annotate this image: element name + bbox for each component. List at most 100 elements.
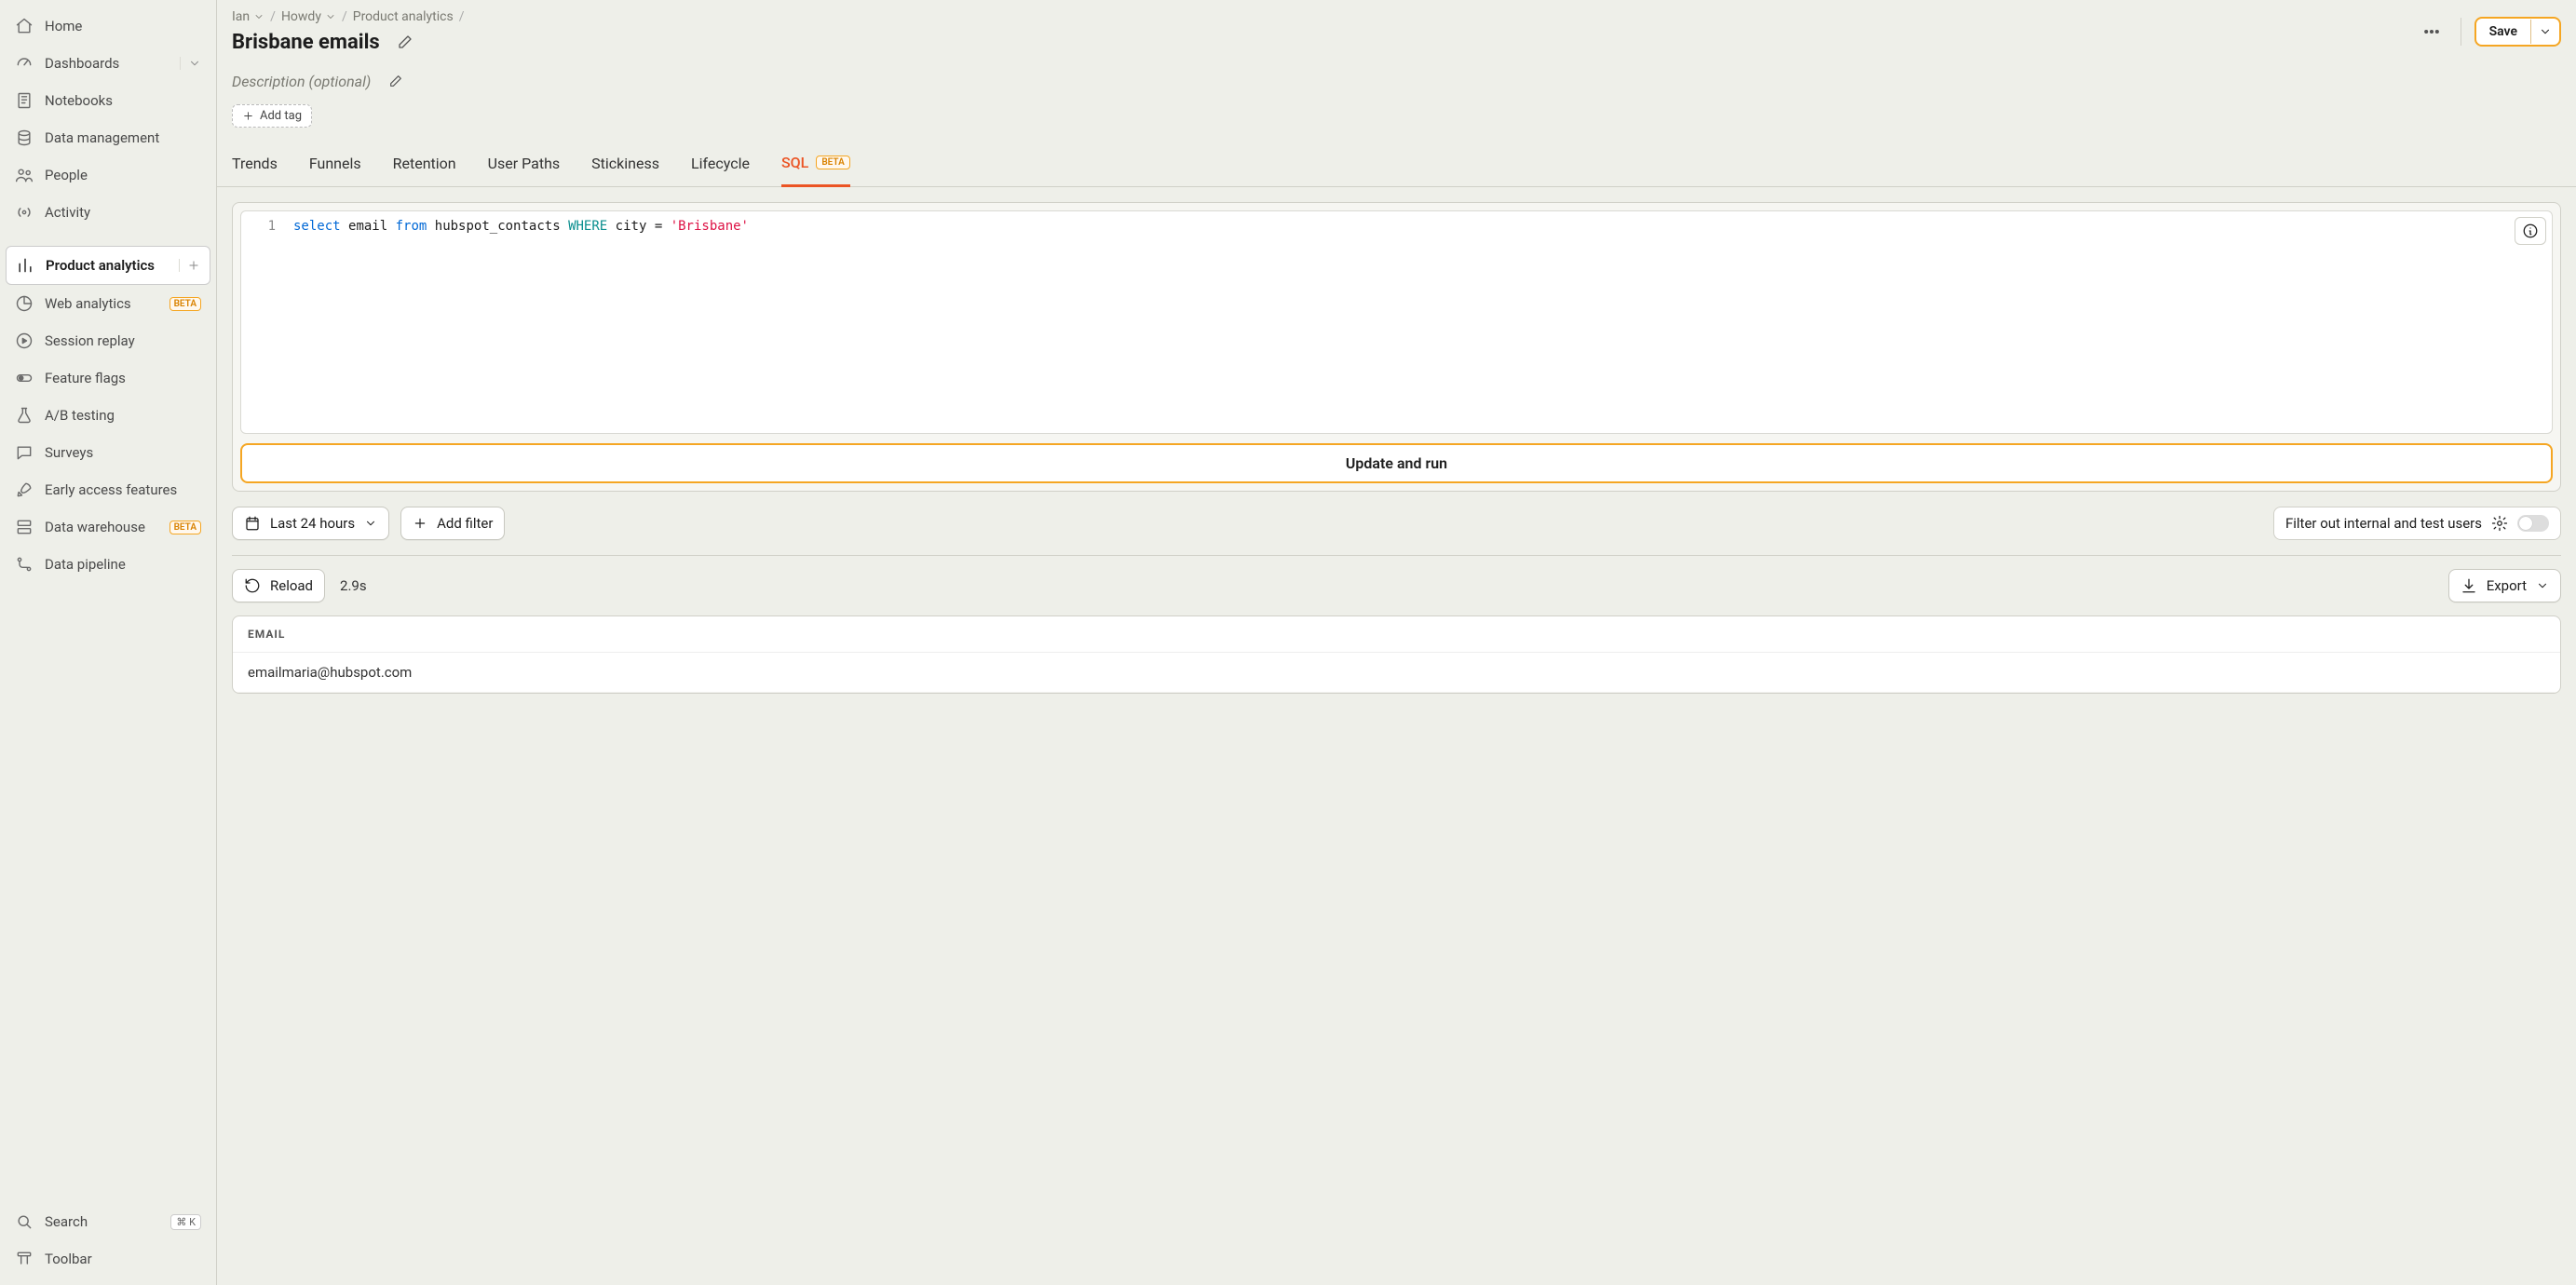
sidebar-item-label: People bbox=[45, 167, 201, 183]
line-gutter: 1 bbox=[241, 211, 286, 433]
gear-icon[interactable] bbox=[2491, 515, 2508, 532]
sidebar-item-label: Home bbox=[45, 18, 201, 34]
table-header[interactable]: EMAIL bbox=[233, 616, 2560, 653]
sidebar-item-label: Toolbar bbox=[45, 1251, 201, 1267]
add-filter-button[interactable]: Add filter bbox=[400, 507, 505, 540]
chevron-down-icon bbox=[364, 517, 377, 530]
bar-chart-icon bbox=[16, 256, 34, 275]
main-content: Ian / Howdy / Product analytics / Brisba… bbox=[217, 0, 2576, 1285]
save-label[interactable]: Save bbox=[2476, 19, 2530, 45]
sidebar-item-surveys[interactable]: Surveys bbox=[6, 434, 210, 471]
tab-retention[interactable]: Retention bbox=[393, 144, 456, 186]
people-icon bbox=[15, 166, 34, 184]
add-filter-label: Add filter bbox=[437, 515, 493, 532]
sidebar-item-label: Feature flags bbox=[45, 370, 201, 386]
save-button[interactable]: Save bbox=[2474, 17, 2561, 47]
sidebar-item-home[interactable]: Home bbox=[6, 7, 210, 45]
breadcrumb: Ian / Howdy / Product analytics / bbox=[232, 9, 2416, 24]
add-tag-button[interactable]: Add tag bbox=[232, 104, 312, 128]
sidebar-item-product-analytics[interactable]: Product analytics bbox=[6, 246, 210, 285]
plus-icon bbox=[242, 110, 254, 122]
export-button[interactable]: Export bbox=[2448, 569, 2561, 602]
sidebar-item-ab-testing[interactable]: A/B testing bbox=[6, 397, 210, 434]
update-and-run-button[interactable]: Update and run bbox=[240, 443, 2553, 483]
breadcrumb-separator: / bbox=[270, 9, 276, 24]
chevron-down-icon bbox=[2539, 25, 2552, 38]
sidebar-item-session-replay[interactable]: Session replay bbox=[6, 322, 210, 359]
sidebar: Home Dashboards Notebooks Data managemen… bbox=[0, 0, 217, 1285]
sql-code[interactable]: select email from hubspot_contacts WHERE… bbox=[286, 211, 2552, 433]
tab-lifecycle[interactable]: Lifecycle bbox=[691, 144, 750, 186]
export-label: Export bbox=[2487, 577, 2527, 594]
tab-trends[interactable]: Trends bbox=[232, 144, 278, 186]
broadcast-icon bbox=[15, 203, 34, 222]
sidebar-item-notebooks[interactable]: Notebooks bbox=[6, 82, 210, 119]
tab-user-paths[interactable]: User Paths bbox=[488, 144, 561, 186]
sidebar-item-data-warehouse[interactable]: Data warehouse BETA bbox=[6, 508, 210, 546]
sidebar-item-data-management[interactable]: Data management bbox=[6, 119, 210, 156]
save-dropdown[interactable] bbox=[2530, 20, 2559, 44]
sidebar-item-label: Early access features bbox=[45, 481, 201, 498]
download-icon bbox=[2461, 577, 2477, 594]
sidebar-item-feature-flags[interactable]: Feature flags bbox=[6, 359, 210, 397]
notebook-icon bbox=[15, 91, 34, 110]
home-icon bbox=[15, 17, 34, 35]
sidebar-item-label: Web analytics bbox=[45, 295, 158, 312]
info-icon[interactable] bbox=[2515, 217, 2546, 245]
chevron-down-icon bbox=[253, 11, 264, 22]
results-table: EMAIL emailmaria@hubspot.com bbox=[232, 615, 2561, 694]
tab-stickiness[interactable]: Stickiness bbox=[591, 144, 659, 186]
search-icon bbox=[15, 1212, 34, 1231]
pipeline-icon bbox=[15, 555, 34, 574]
date-range-picker[interactable]: Last 24 hours bbox=[232, 507, 389, 540]
calendar-icon bbox=[244, 515, 261, 532]
breadcrumb-item[interactable]: Product analytics bbox=[353, 9, 454, 24]
database-icon bbox=[15, 128, 34, 147]
rocket-icon bbox=[15, 480, 34, 499]
chevron-down-icon bbox=[2536, 579, 2549, 592]
table-row[interactable]: emailmaria@hubspot.com bbox=[233, 653, 2560, 693]
toggle-switch[interactable] bbox=[2517, 515, 2549, 532]
tab-funnels[interactable]: Funnels bbox=[309, 144, 361, 186]
reload-icon bbox=[244, 577, 261, 594]
sidebar-item-label: Surveys bbox=[45, 444, 201, 461]
plus-icon[interactable] bbox=[179, 259, 200, 272]
flask-icon bbox=[15, 406, 34, 425]
sidebar-item-label: Session replay bbox=[45, 332, 201, 349]
reload-label: Reload bbox=[270, 577, 313, 594]
reload-button[interactable]: Reload bbox=[232, 569, 325, 602]
beta-badge: BETA bbox=[816, 156, 849, 169]
chat-icon bbox=[15, 443, 34, 462]
page-title[interactable]: Brisbane emails bbox=[232, 31, 380, 54]
sidebar-item-toolbar[interactable]: Toolbar bbox=[6, 1240, 210, 1278]
sidebar-item-web-analytics[interactable]: Web analytics BETA bbox=[6, 285, 210, 322]
date-range-label: Last 24 hours bbox=[270, 515, 355, 532]
beta-badge: BETA bbox=[169, 521, 201, 534]
sidebar-item-search[interactable]: Search ⌘ K bbox=[6, 1203, 210, 1240]
sidebar-item-data-pipeline[interactable]: Data pipeline bbox=[6, 546, 210, 583]
breadcrumb-item[interactable]: Howdy bbox=[281, 9, 336, 24]
beta-badge: BETA bbox=[169, 297, 201, 311]
tab-sql[interactable]: SQL BETA bbox=[781, 144, 850, 187]
topbar: Ian / Howdy / Product analytics / Brisba… bbox=[217, 0, 2576, 56]
filter-internal-users: Filter out internal and test users bbox=[2273, 507, 2561, 540]
sidebar-item-label: Product analytics bbox=[46, 257, 162, 274]
keyboard-shortcut: ⌘ K bbox=[170, 1214, 201, 1230]
pencil-icon[interactable] bbox=[380, 67, 412, 95]
gauge-icon bbox=[15, 54, 34, 73]
breadcrumb-separator: / bbox=[342, 9, 347, 24]
tools-icon bbox=[15, 1250, 34, 1268]
sidebar-item-people[interactable]: People bbox=[6, 156, 210, 194]
breadcrumb-item[interactable]: Ian bbox=[232, 9, 264, 24]
sidebar-item-dashboards[interactable]: Dashboards bbox=[6, 45, 210, 82]
pencil-icon[interactable] bbox=[389, 28, 421, 56]
sidebar-item-activity[interactable]: Activity bbox=[6, 194, 210, 231]
sidebar-item-early-access[interactable]: Early access features bbox=[6, 471, 210, 508]
replay-icon bbox=[15, 331, 34, 350]
chevron-down-icon[interactable] bbox=[180, 57, 201, 70]
server-icon bbox=[15, 518, 34, 536]
divider bbox=[232, 555, 2561, 556]
sql-editor[interactable]: 1 select email from hubspot_contacts WHE… bbox=[240, 210, 2553, 434]
more-icon[interactable] bbox=[2416, 18, 2447, 46]
description-placeholder[interactable]: Description (optional) bbox=[232, 73, 371, 90]
